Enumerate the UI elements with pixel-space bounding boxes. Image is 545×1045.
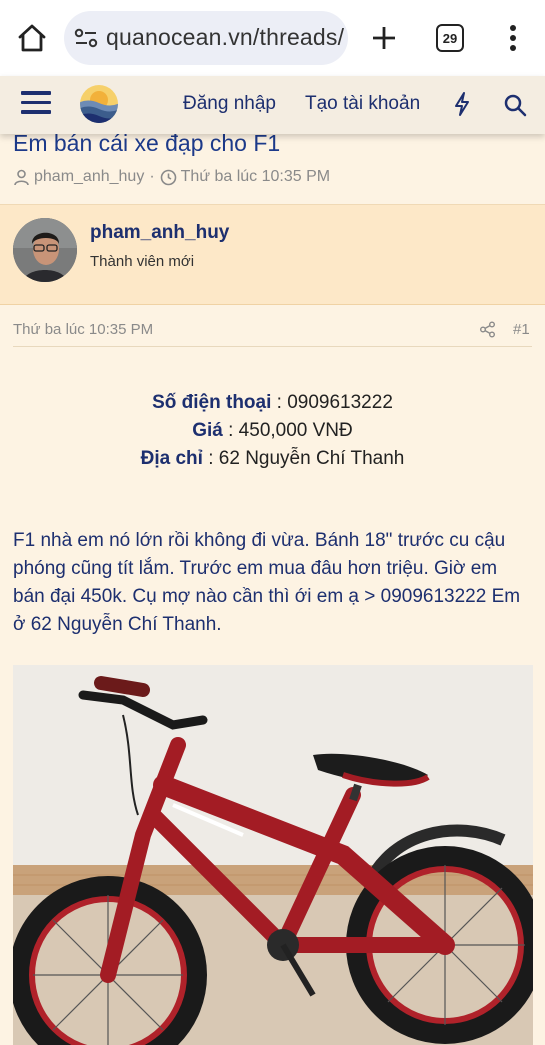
home-icon[interactable] (14, 20, 50, 56)
meta-separator: · (149, 168, 155, 185)
more-vert-icon[interactable] (503, 22, 523, 54)
site-logo[interactable] (78, 83, 120, 125)
phone-value: : 0909613222 (271, 392, 393, 413)
price-value: : 450,000 VNĐ (222, 420, 353, 441)
thread-title: Em bán cái xe đạp cho F1 (13, 130, 281, 156)
user-icon (14, 169, 29, 185)
post-username[interactable]: pham_anh_huy (90, 222, 229, 244)
url-text: quanocean.vn/threads/ (106, 24, 345, 50)
address-bar[interactable]: quanocean.vn/threads/ (64, 11, 348, 65)
post-number-link[interactable]: #1 (513, 321, 530, 338)
address-label: Địa chỉ (140, 448, 203, 469)
thread-date[interactable]: Thứ ba lúc 10:35 PM (181, 168, 330, 186)
post-text: F1 nhà em nó lớn rồi không đi vừa. Bánh … (13, 530, 521, 635)
phone-label: Số điện thoại (152, 392, 272, 413)
user-title: Thành viên mới (90, 253, 195, 270)
site-header: Đăng nhập Tạo tài khoản (0, 76, 545, 134)
contact-info: Số điện thoại : 0909613222 Giá : 450,000… (0, 389, 545, 473)
search-icon[interactable] (503, 93, 527, 117)
price-line: Giá : 450,000 VNĐ (0, 417, 545, 445)
bolt-icon[interactable] (452, 91, 472, 117)
site-settings-icon[interactable] (74, 27, 98, 49)
avatar[interactable] (13, 218, 77, 282)
register-link[interactable]: Tạo tài khoản (305, 93, 420, 115)
address-line: Địa chỉ : 62 Nguyễn Chí Thanh (0, 445, 545, 473)
post-user-header: pham_anh_huy Thành viên mới (0, 205, 545, 305)
post-body: Thứ ba lúc 10:35 PM #1 Số điện thoại : 0… (0, 305, 545, 1045)
share-icon[interactable] (479, 321, 496, 338)
thread-author[interactable]: pham_anh_huy (34, 168, 144, 186)
tab-count: 29 (442, 30, 458, 46)
tab-switcher-button[interactable]: 29 (436, 24, 464, 52)
browser-toolbar: quanocean.vn/threads/ 29 (0, 0, 545, 76)
divider (13, 346, 532, 347)
new-tab-icon[interactable] (368, 22, 400, 54)
post-date[interactable]: Thứ ba lúc 10:35 PM (13, 321, 153, 338)
thread-meta: pham_anh_huy · Thứ ba lúc 10:35 PM (13, 168, 330, 186)
hamburger-menu-icon[interactable] (21, 91, 51, 117)
phone-line: Số điện thoại : 0909613222 (0, 389, 545, 417)
login-link[interactable]: Đăng nhập (183, 93, 276, 115)
address-value: : 62 Nguyễn Chí Thanh (202, 448, 405, 469)
bicycle-photo[interactable] (13, 665, 533, 1045)
price-label: Giá (192, 420, 223, 441)
clock-icon (160, 169, 176, 185)
